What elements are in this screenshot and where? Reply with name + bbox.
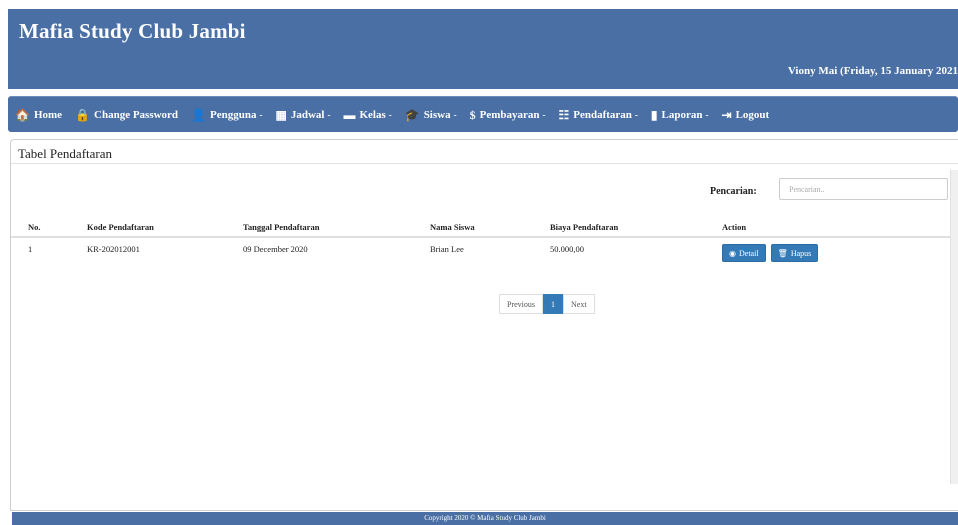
- chevron-down-icon: -: [327, 110, 331, 120]
- cell-biaya: 50.000,00: [550, 244, 584, 254]
- col-header-action: Action: [722, 217, 958, 238]
- chevron-down-icon: -: [453, 110, 457, 120]
- cell-no: 1: [28, 244, 33, 254]
- nav-item-pengguna[interactable]: 👤 Pengguna -: [191, 109, 262, 121]
- cell-action: ◉ Detail 🗑 Hapus: [722, 237, 958, 265]
- nav-item-laporan[interactable]: ▮ Laporan -: [651, 109, 709, 121]
- nav-item-label: Pendaftaran: [573, 109, 632, 121]
- col-header-biaya: Biaya Pendaftaran: [550, 217, 722, 238]
- nav-item-pembayaran[interactable]: $ Pembayaran -: [470, 109, 546, 121]
- user-info: Viony Mai (Friday, 15 January 2021: [787, 65, 958, 77]
- nav-item-jadwal[interactable]: ▦ Jadwal -: [275, 109, 330, 121]
- delete-label: Hapus: [790, 248, 812, 258]
- nav-items: 🏠 Home 🔒 Change Password 👤 Pengguna - ▦ Jadwal - ▬…: [15, 97, 782, 133]
- nav-item-label: Jadwal: [290, 109, 325, 121]
- eye-icon: ◉: [729, 248, 736, 258]
- comment-icon: ▬: [343, 108, 356, 122]
- chevron-down-icon: -: [542, 110, 546, 120]
- col-header-no: No.: [11, 217, 87, 238]
- user-icon: 👤: [191, 108, 207, 122]
- dollar-icon: $: [469, 108, 476, 122]
- nav-item-home[interactable]: 🏠 Home: [15, 109, 62, 121]
- panel-divider: [11, 163, 958, 164]
- nav-item-label: Siswa: [423, 109, 451, 121]
- header-bar: Mafia Study Club Jambi Viony Mai (Friday…: [8, 9, 958, 89]
- delete-button[interactable]: 🗑 Hapus: [770, 244, 819, 262]
- col-header-kode: Kode Pendaftaran: [87, 217, 243, 238]
- registration-panel: Tabel Pendaftaran Pencarian: No. Kode Pe…: [10, 139, 958, 511]
- nav-item-change-password[interactable]: 🔒 Change Password: [75, 109, 178, 121]
- nav-item-kelas[interactable]: ▬ Kelas -: [343, 109, 391, 121]
- pagination-page-current[interactable]: 1: [543, 294, 563, 314]
- pagination-next[interactable]: Next: [563, 294, 595, 314]
- detail-button[interactable]: ◉ Detail: [722, 244, 766, 262]
- nav-item-label: Pembayaran: [479, 109, 540, 121]
- lock-icon: 🔒: [75, 108, 91, 122]
- search-input[interactable]: [779, 178, 948, 200]
- logout-icon: ⇥: [721, 108, 732, 122]
- app-title: Mafia Study Club Jambi: [19, 19, 246, 43]
- calendar-icon: ▦: [275, 108, 287, 122]
- footer: Copyright 2020 © Mafia Study Club Jambi: [12, 512, 958, 525]
- main-navbar: 🏠 Home 🔒 Change Password 👤 Pengguna - ▦ Jadwal - ▬…: [8, 96, 958, 132]
- registration-table: No. Kode Pendaftaran Tanggal Pendaftaran…: [11, 217, 958, 265]
- trash-icon: 🗑: [777, 248, 788, 258]
- home-icon: 🏠: [15, 108, 30, 122]
- nav-item-label: Logout: [735, 109, 770, 121]
- vertical-scrollbar[interactable]: [950, 170, 958, 484]
- table-row: 1 KR-202012001 09 December 2020 Brian Le…: [11, 237, 958, 265]
- search-label: Pencarian:: [710, 186, 757, 197]
- panel-title: Tabel Pendaftaran: [18, 146, 113, 161]
- cell-nama: Brian Lee: [430, 244, 464, 254]
- chevron-down-icon: -: [705, 110, 709, 120]
- nav-item-label: Laporan: [661, 109, 703, 121]
- pagination-previous[interactable]: Previous: [499, 294, 543, 314]
- nav-item-label: Home: [33, 109, 63, 121]
- list-icon: ☷: [558, 108, 570, 122]
- nav-item-label: Pengguna: [210, 109, 257, 121]
- chevron-down-icon: -: [634, 110, 638, 120]
- pagination: Previous 1 Next: [499, 294, 595, 314]
- nav-item-pendaftaran[interactable]: ☷ Pendaftaran -: [558, 109, 637, 121]
- graduation-icon: 🎓: [404, 108, 420, 122]
- file-icon: ▮: [650, 108, 658, 122]
- cell-tanggal: 09 December 2020: [243, 244, 308, 254]
- col-header-nama: Nama Siswa: [430, 217, 550, 238]
- detail-label: Detail: [738, 248, 759, 258]
- chevron-down-icon: -: [259, 110, 263, 120]
- col-header-tanggal: Tanggal Pendaftaran: [243, 217, 430, 238]
- chevron-down-icon: -: [388, 110, 392, 120]
- nav-item-logout[interactable]: ⇥ Logout: [722, 109, 770, 121]
- nav-item-siswa[interactable]: 🎓 Siswa -: [405, 109, 457, 121]
- cell-kode: KR-202012001: [87, 244, 140, 254]
- table-header-row: No. Kode Pendaftaran Tanggal Pendaftaran…: [11, 217, 958, 238]
- nav-item-label: Kelas: [359, 109, 386, 121]
- nav-item-label: Change Password: [94, 109, 179, 121]
